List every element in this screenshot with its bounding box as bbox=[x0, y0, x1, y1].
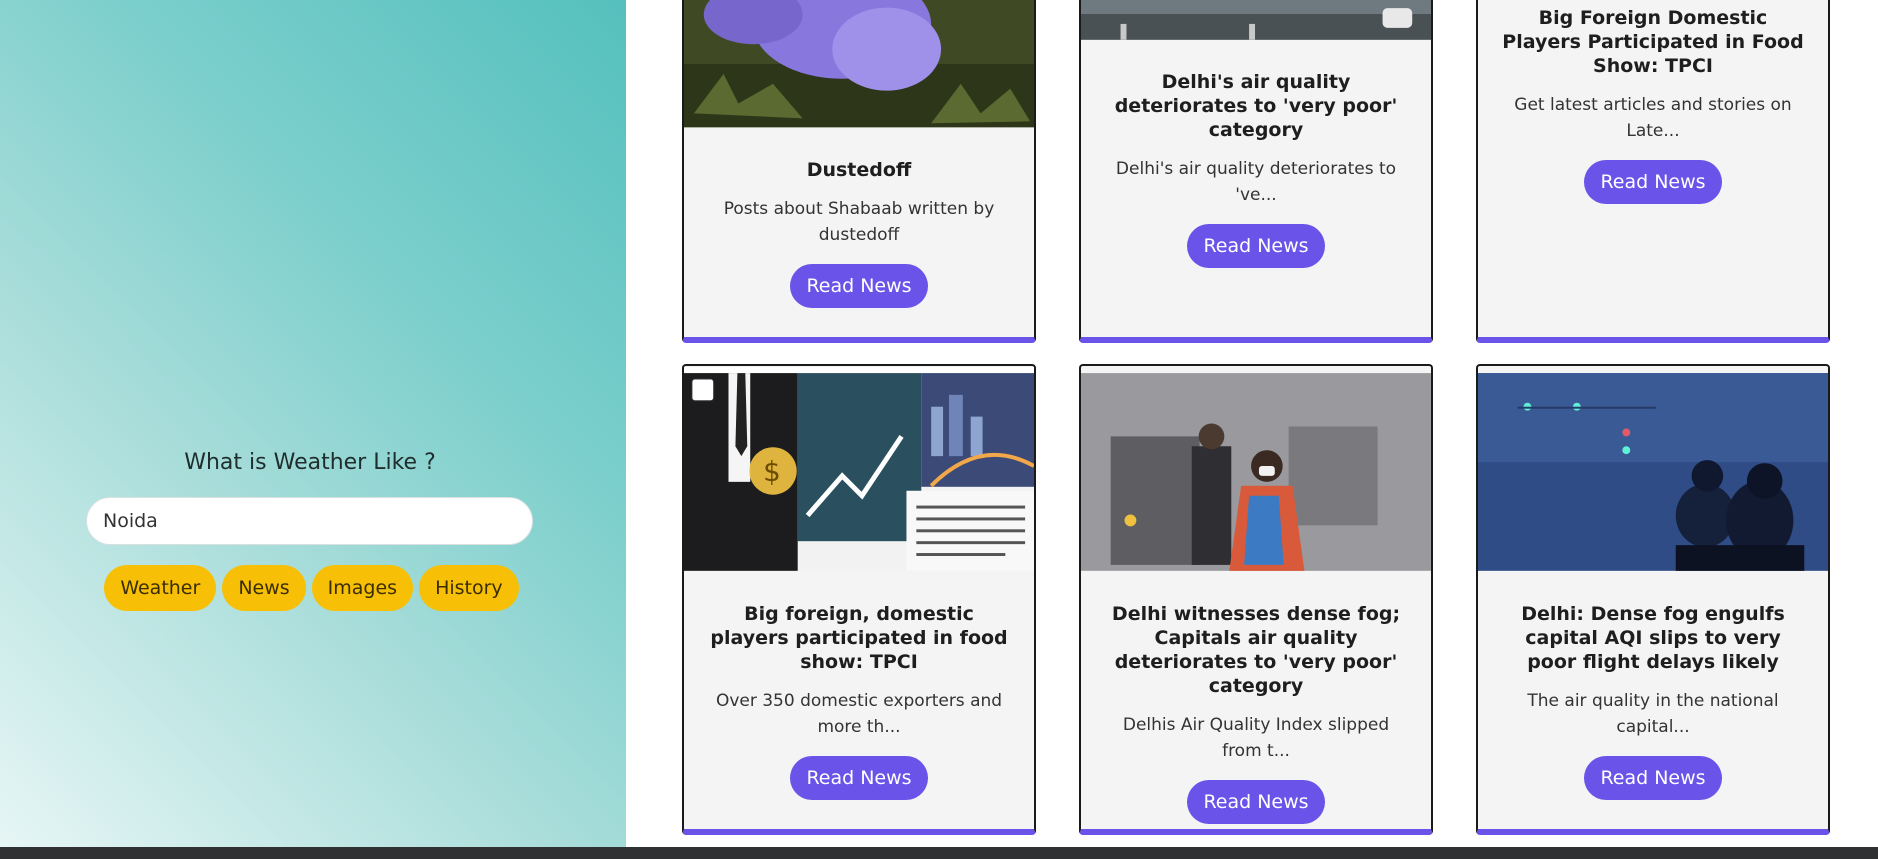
card-description: Get latest articles and stories on Late.… bbox=[1514, 95, 1792, 141]
card-title: Delhi: Dense fog engulfs capital AQI sli… bbox=[1521, 603, 1785, 673]
weather-search-area: What is Weather Like ? Weather News Imag… bbox=[0, 450, 620, 611]
news-card: Delhi: Dense fog engulfs capital AQI sli… bbox=[1476, 364, 1830, 835]
read-news-button[interactable]: Read News bbox=[790, 264, 928, 308]
history-button[interactable]: History bbox=[419, 565, 519, 611]
read-news-button[interactable]: Read News bbox=[1584, 756, 1722, 800]
card-title: Dustedoff bbox=[806, 159, 912, 181]
foggy-street-image bbox=[1478, 367, 1828, 571]
news-card: Delhi's air quality deteriorates to 'ver… bbox=[1079, 0, 1433, 343]
action-buttons: Weather News Images History bbox=[0, 565, 620, 611]
read-news-button[interactable]: Read News bbox=[1187, 780, 1325, 824]
card-description: Posts about Shabaab written by dustedoff bbox=[723, 199, 995, 245]
news-grid: Dustedoff Posts about Shabaab written by… bbox=[682, 0, 1838, 847]
news-card: Dustedoff Posts about Shabaab written by… bbox=[682, 0, 1036, 343]
city-input[interactable] bbox=[86, 497, 533, 545]
purple-flower-image bbox=[684, 0, 1034, 128]
card-title: Big foreign, domestic players participat… bbox=[710, 603, 1008, 673]
weather-heading: What is Weather Like ? bbox=[184, 450, 436, 475]
card-description: Over 350 domestic exporters and more th.… bbox=[715, 691, 1003, 737]
weather-button[interactable]: Weather bbox=[104, 565, 217, 611]
news-button[interactable]: News bbox=[222, 565, 306, 611]
card-title: Big Foreign Domestic Players Participate… bbox=[1502, 7, 1804, 77]
read-news-button[interactable]: Read News bbox=[1187, 224, 1325, 268]
card-description: Delhi's air quality deteriorates to 've.… bbox=[1115, 159, 1397, 205]
news-card: $ Big foreign, domestic players particip… bbox=[682, 364, 1036, 835]
svg-text:$: $ bbox=[763, 455, 781, 488]
card-title: Delhi's air quality deteriorates to 'ver… bbox=[1114, 71, 1398, 141]
card-title: Delhi witnesses dense fog; Capitals air … bbox=[1111, 603, 1401, 697]
card-description: The air quality in the national capital.… bbox=[1527, 691, 1779, 737]
card-description: Delhis Air Quality Index slipped from t.… bbox=[1122, 715, 1390, 761]
woman-in-smog-image bbox=[1081, 367, 1431, 571]
read-news-button[interactable]: Read News bbox=[1584, 160, 1722, 204]
left-panel: What is Weather Like ? Weather News Imag… bbox=[0, 0, 626, 847]
images-button[interactable]: Images bbox=[311, 565, 414, 611]
road-image bbox=[1081, 0, 1431, 40]
footer-bar bbox=[0, 847, 1878, 859]
read-news-button[interactable]: Read News bbox=[790, 756, 928, 800]
business-collage-image: $ bbox=[684, 367, 1034, 571]
news-card: Big Foreign Domestic Players Participate… bbox=[1476, 0, 1830, 343]
news-card: Delhi witnesses dense fog; Capitals air … bbox=[1079, 364, 1433, 835]
